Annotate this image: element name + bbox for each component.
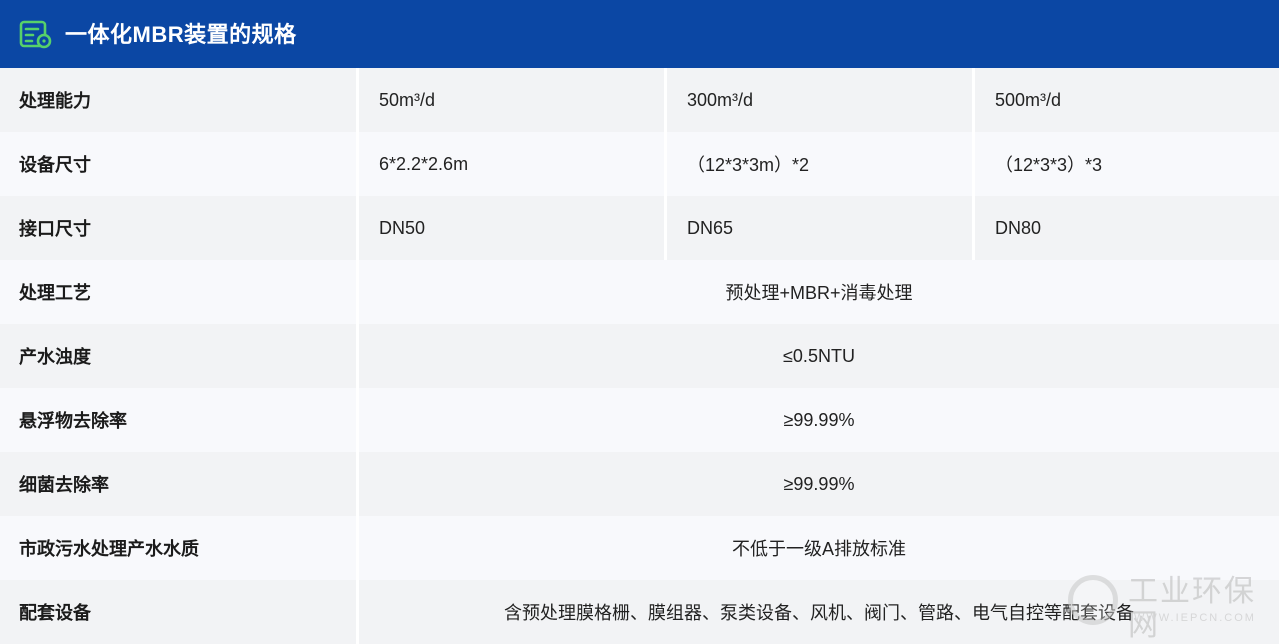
table-cell: 500m³/d — [972, 68, 1279, 132]
table-cell: 不低于一级A排放标准 — [356, 516, 1279, 580]
row-label: 配套设备 — [19, 603, 91, 623]
row-label: 悬浮物去除率 — [19, 411, 127, 431]
row-label: 市政污水处理产水水质 — [19, 539, 199, 559]
table-cell: DN65 — [664, 196, 972, 260]
row-label: 细菌去除率 — [19, 475, 109, 495]
table-row: 悬浮物去除率 ≥99.99% — [0, 388, 1279, 452]
row-label: 产水浊度 — [19, 347, 91, 367]
watermark-url: WWW.IEPCN.COM — [1134, 612, 1256, 624]
spec-table: 处理能力 50m³/d 300m³/d 500m³/d 设备尺寸 6*2.2*2… — [0, 68, 1279, 644]
table-cell: ≥99.99% — [356, 452, 1279, 516]
row-label: 处理工艺 — [19, 283, 91, 303]
watermark-logo-icon — [1068, 575, 1118, 625]
table-cell: 预处理+MBR+消毒处理 — [356, 260, 1279, 324]
table-row: 接口尺寸 DN50 DN65 DN80 — [0, 196, 1279, 260]
table-cell: DN50 — [356, 196, 664, 260]
row-label: 处理能力 — [19, 91, 91, 111]
spec-header: 一体化MBR装置的规格 — [0, 0, 1279, 68]
table-row: 市政污水处理产水水质 不低于一级A排放标准 — [0, 516, 1279, 580]
table-row: 产水浊度 ≤0.5NTU — [0, 324, 1279, 388]
table-cell: DN80 — [972, 196, 1279, 260]
table-cell: ≥99.99% — [356, 388, 1279, 452]
site-watermark: 工业环保网 WWW.IEPCN.COM — [1066, 573, 1281, 643]
page-title: 一体化MBR装置的规格 — [65, 22, 297, 47]
table-row: 设备尺寸 6*2.2*2.6m （12*3*3m）*2 （12*3*3）*3 — [0, 132, 1279, 196]
table-row: 处理工艺 预处理+MBR+消毒处理 — [0, 260, 1279, 324]
table-cell: （12*3*3）*3 — [972, 132, 1279, 196]
table-cell: ≤0.5NTU — [356, 324, 1279, 388]
watermark-text: 工业环保网 — [1128, 574, 1256, 643]
table-row: 细菌去除率 ≥99.99% — [0, 452, 1279, 516]
table-cell: 50m³/d — [356, 68, 664, 132]
table-cell: 6*2.2*2.6m — [356, 132, 664, 196]
spec-sheet-icon — [19, 20, 52, 49]
row-label: 设备尺寸 — [19, 155, 91, 175]
table-cell: （12*3*3m）*2 — [664, 132, 972, 196]
row-label: 接口尺寸 — [19, 219, 91, 239]
table-cell: 300m³/d — [664, 68, 972, 132]
table-row: 处理能力 50m³/d 300m³/d 500m³/d — [0, 68, 1279, 132]
